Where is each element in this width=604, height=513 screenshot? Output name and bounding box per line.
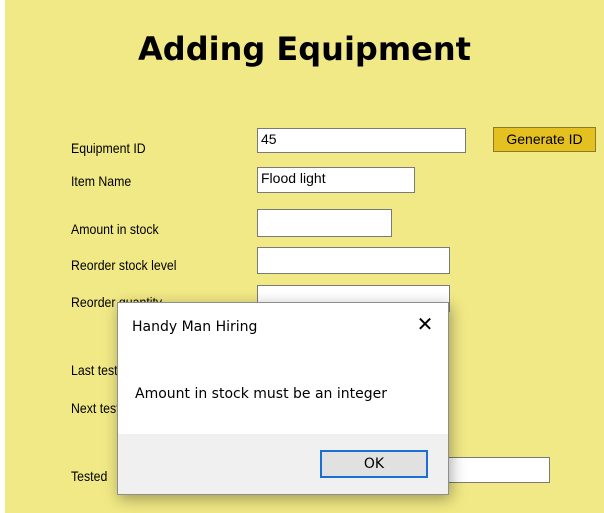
dialog-title: Handy Man Hiring xyxy=(132,319,258,335)
form-title: Adding Equipment xyxy=(138,30,471,68)
dialog-message: Amount in stock must be an integer xyxy=(135,386,387,402)
item-name-label: Item Name xyxy=(71,173,132,189)
close-icon[interactable]: ✕ xyxy=(414,313,436,335)
message-dialog: Handy Man Hiring ✕ Amount in stock must … xyxy=(117,302,449,495)
amount-in-stock-field[interactable] xyxy=(257,209,392,237)
equipment-id-field[interactable]: 45 xyxy=(257,128,466,153)
equipment-id-label: Equipment ID xyxy=(71,140,146,156)
amount-in-stock-label: Amount in stock xyxy=(71,221,159,237)
dialog-footer: OK xyxy=(118,434,448,494)
tested-field[interactable] xyxy=(442,457,550,483)
reorder-stock-level-field[interactable] xyxy=(257,247,450,274)
item-name-field[interactable]: Flood light xyxy=(257,167,415,193)
tested-label: Tested xyxy=(71,468,108,484)
reorder-stock-level-label: Reorder stock level xyxy=(71,257,177,273)
generate-id-button[interactable]: Generate ID xyxy=(493,127,596,152)
next-test-label: Next test xyxy=(71,400,120,416)
ok-button[interactable]: OK xyxy=(320,450,428,478)
